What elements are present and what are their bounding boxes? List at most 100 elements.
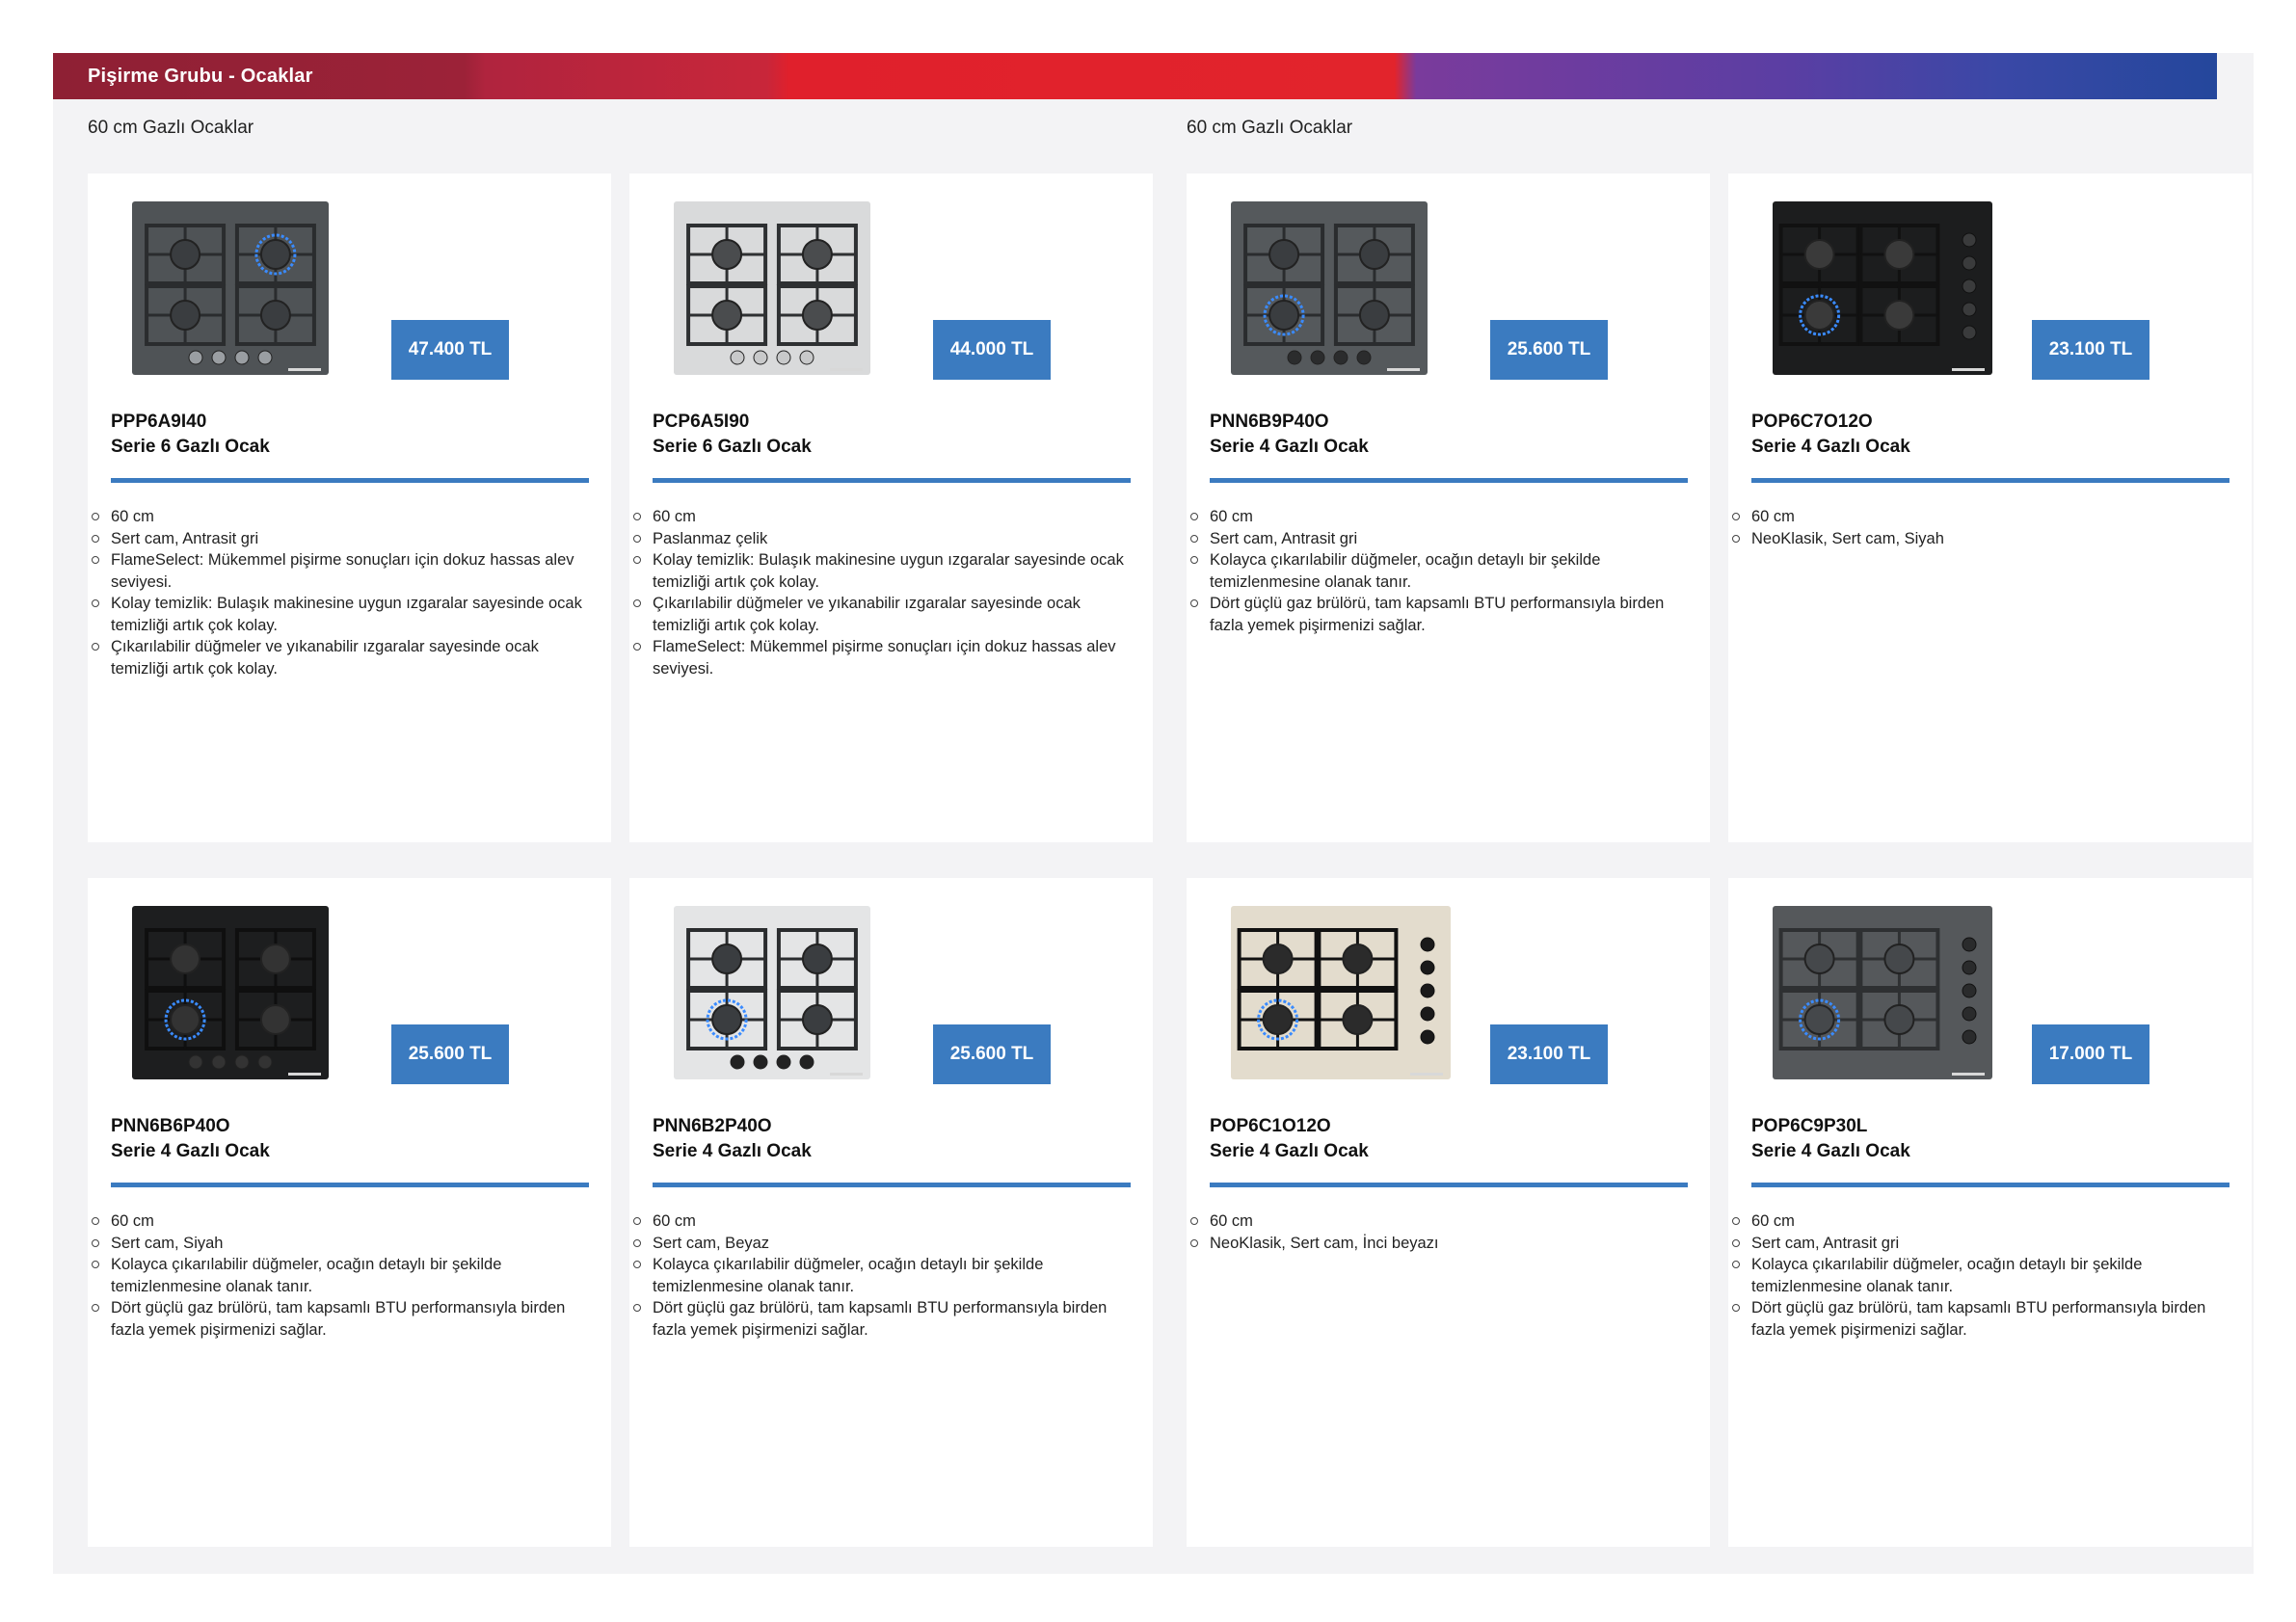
- feature-item: Kolay temizlik: Bulaşık makinesine uygun…: [633, 549, 1125, 593]
- feature-item: Kolay temizlik: Bulaşık makinesine uygun…: [92, 593, 583, 636]
- cooktop-image: [1773, 906, 1992, 1079]
- feature-item: Dört güçlü gaz brülörü, tam kapsamlı BTU…: [1732, 1297, 2224, 1341]
- price-tag: 47.400 TL: [391, 320, 509, 380]
- feature-item: 60 cm: [92, 506, 583, 528]
- control-knob: [1420, 1029, 1435, 1045]
- control-knob: [776, 350, 791, 365]
- feature-item: Sert cam, Antrasit gri: [1190, 528, 1682, 550]
- control-knob: [188, 350, 203, 365]
- feature-item: 60 cm: [92, 1210, 583, 1233]
- control-knob: [1962, 302, 1977, 317]
- feature-item: 60 cm: [1732, 1210, 2224, 1233]
- brand-badge: [288, 1073, 321, 1076]
- control-knob: [730, 350, 745, 365]
- product-subtitle: Serie 4 Gazlı Ocak: [653, 1141, 812, 1161]
- control-knob: [1420, 960, 1435, 975]
- feature-item: 60 cm: [633, 506, 1125, 528]
- cooktop-illustration: [1773, 906, 1992, 1079]
- product-subtitle: Serie 4 Gazlı Ocak: [1751, 1141, 1910, 1161]
- control-knob: [753, 1054, 768, 1070]
- brand-badge: [830, 368, 863, 371]
- product-subtitle: Serie 6 Gazlı Ocak: [653, 437, 812, 457]
- control-knob: [1962, 279, 1977, 294]
- control-knob: [1962, 960, 1977, 975]
- control-knob: [211, 1054, 227, 1070]
- product-subtitle: Serie 4 Gazlı Ocak: [1210, 1141, 1369, 1161]
- control-knob: [799, 1054, 814, 1070]
- brand-badge: [1387, 368, 1420, 371]
- feature-item: Kolayca çıkarılabilir düğmeler, ocağın d…: [1190, 549, 1682, 593]
- control-knob: [776, 1054, 791, 1070]
- brand-badge: [1410, 1073, 1443, 1076]
- product-code: POP6C7O12O: [1751, 412, 1873, 432]
- product-subtitle: Serie 4 Gazlı Ocak: [1751, 437, 1910, 457]
- feature-list: 60 cm Sert cam, Beyaz Kolayca çıkarılabili…: [633, 1210, 1125, 1341]
- feature-item: Dört güçlü gaz brülörü, tam kapsamlı BTU…: [92, 1297, 583, 1341]
- feature-item: 60 cm: [1732, 506, 2224, 528]
- brand-badge: [288, 368, 321, 371]
- cooktop-image: [1231, 201, 1428, 375]
- divider: [1210, 478, 1688, 483]
- brand-badge: [1952, 1073, 1985, 1076]
- product-code: PNN6B6P40O: [111, 1116, 230, 1136]
- control-knob: [1962, 937, 1977, 952]
- catalog-page: Pişirme Grubu - Ocaklar 60 cm Gazlı Ocak…: [53, 53, 2254, 1574]
- feature-item: Sert cam, Antrasit gri: [92, 528, 583, 550]
- control-knob: [234, 350, 250, 365]
- price-tag: 23.100 TL: [1490, 1024, 1608, 1084]
- feature-item: Sert cam, Antrasit gri: [1732, 1233, 2224, 1255]
- product-card[interactable]: 17.000 TL POP6C9P30L Serie 4 Gazlı Ocak …: [1728, 878, 2252, 1547]
- feature-item: Dört güçlü gaz brülörü, tam kapsamlı BTU…: [633, 1297, 1125, 1341]
- feature-list: 60 cm Sert cam, Antrasit gri Kolayca çıkar…: [1190, 506, 1682, 636]
- feature-item: FlameSelect: Mükemmel pişirme sonuçları …: [633, 636, 1125, 679]
- control-knob: [730, 1054, 745, 1070]
- feature-item: NeoKlasik, Sert cam, İnci beyazı: [1190, 1233, 1682, 1255]
- feature-item: Dört güçlü gaz brülörü, tam kapsamlı BTU…: [1190, 593, 1682, 636]
- cooktop-illustration: [1231, 201, 1428, 375]
- feature-list: 60 cm Sert cam, Siyah Kolayca çıkarılabili…: [92, 1210, 583, 1341]
- feature-item: Kolayca çıkarılabilir düğmeler, ocağın d…: [92, 1254, 583, 1297]
- feature-item: NeoKlasik, Sert cam, Siyah: [1732, 528, 2224, 550]
- control-knob: [1962, 255, 1977, 271]
- product-subtitle: Serie 6 Gazlı Ocak: [111, 437, 270, 457]
- feature-list: 60 cm NeoKlasik, Sert cam, Siyah: [1732, 506, 2224, 550]
- feature-item: FlameSelect: Mükemmel pişirme sonuçları …: [92, 549, 583, 593]
- control-knob: [257, 1054, 273, 1070]
- product-card[interactable]: 47.400 TL PPP6A9I40 Serie 6 Gazlı Ocak 6…: [88, 173, 611, 842]
- feature-item: Çıkarılabilir düğmeler ve yıkanabilir ız…: [92, 636, 583, 679]
- product-card[interactable]: 23.100 TL POP6C7O12O Serie 4 Gazlı Ocak …: [1728, 173, 2252, 842]
- price-tag: 23.100 TL: [2032, 320, 2149, 380]
- control-knob: [1962, 232, 1977, 248]
- feature-item: Sert cam, Beyaz: [633, 1233, 1125, 1255]
- product-card[interactable]: 25.600 TL PNN6B9P40O Serie 4 Gazlı Ocak …: [1187, 173, 1710, 842]
- control-knob: [234, 1054, 250, 1070]
- header-title: Pişirme Grubu - Ocaklar: [88, 66, 313, 87]
- product-code: POP6C1O12O: [1210, 1116, 1331, 1136]
- feature-list: 60 cm NeoKlasik, Sert cam, İnci beyazı: [1190, 1210, 1682, 1255]
- section-title-right: 60 cm Gazlı Ocaklar: [1187, 118, 1353, 138]
- cooktop-illustration: [674, 906, 870, 1079]
- product-code: PNN6B2P40O: [653, 1116, 772, 1136]
- product-code: POP6C9P30L: [1751, 1116, 1868, 1136]
- product-card[interactable]: 25.600 TL PNN6B6P40O Serie 4 Gazlı Ocak …: [88, 878, 611, 1547]
- feature-item: 60 cm: [1190, 506, 1682, 528]
- feature-item: 60 cm: [633, 1210, 1125, 1233]
- product-code: PCP6A5I90: [653, 412, 750, 432]
- control-knob: [257, 350, 273, 365]
- cooktop-image: [674, 201, 870, 375]
- control-knob: [1420, 983, 1435, 998]
- feature-item: Kolayca çıkarılabilir düğmeler, ocağın d…: [633, 1254, 1125, 1297]
- cooktop-image: [674, 906, 870, 1079]
- control-knob: [1310, 350, 1325, 365]
- product-code: PNN6B9P40O: [1210, 412, 1329, 432]
- feature-item: Çıkarılabilir düğmeler ve yıkanabilir ız…: [633, 593, 1125, 636]
- control-knob: [799, 350, 814, 365]
- product-card[interactable]: 25.600 TL PNN6B2P40O Serie 4 Gazlı Ocak …: [629, 878, 1153, 1547]
- feature-list: 60 cm Sert cam, Antrasit gri Kolayca çıkar…: [1732, 1210, 2224, 1341]
- product-card[interactable]: 44.000 TL PCP6A5I90 Serie 6 Gazlı Ocak 6…: [629, 173, 1153, 842]
- product-card[interactable]: 23.100 TL POP6C1O12O Serie 4 Gazlı Ocak …: [1187, 878, 1710, 1547]
- feature-item: Paslanmaz çelik: [633, 528, 1125, 550]
- price-tag: 44.000 TL: [933, 320, 1051, 380]
- cooktop-illustration: [1231, 906, 1451, 1079]
- divider: [1751, 1183, 2229, 1187]
